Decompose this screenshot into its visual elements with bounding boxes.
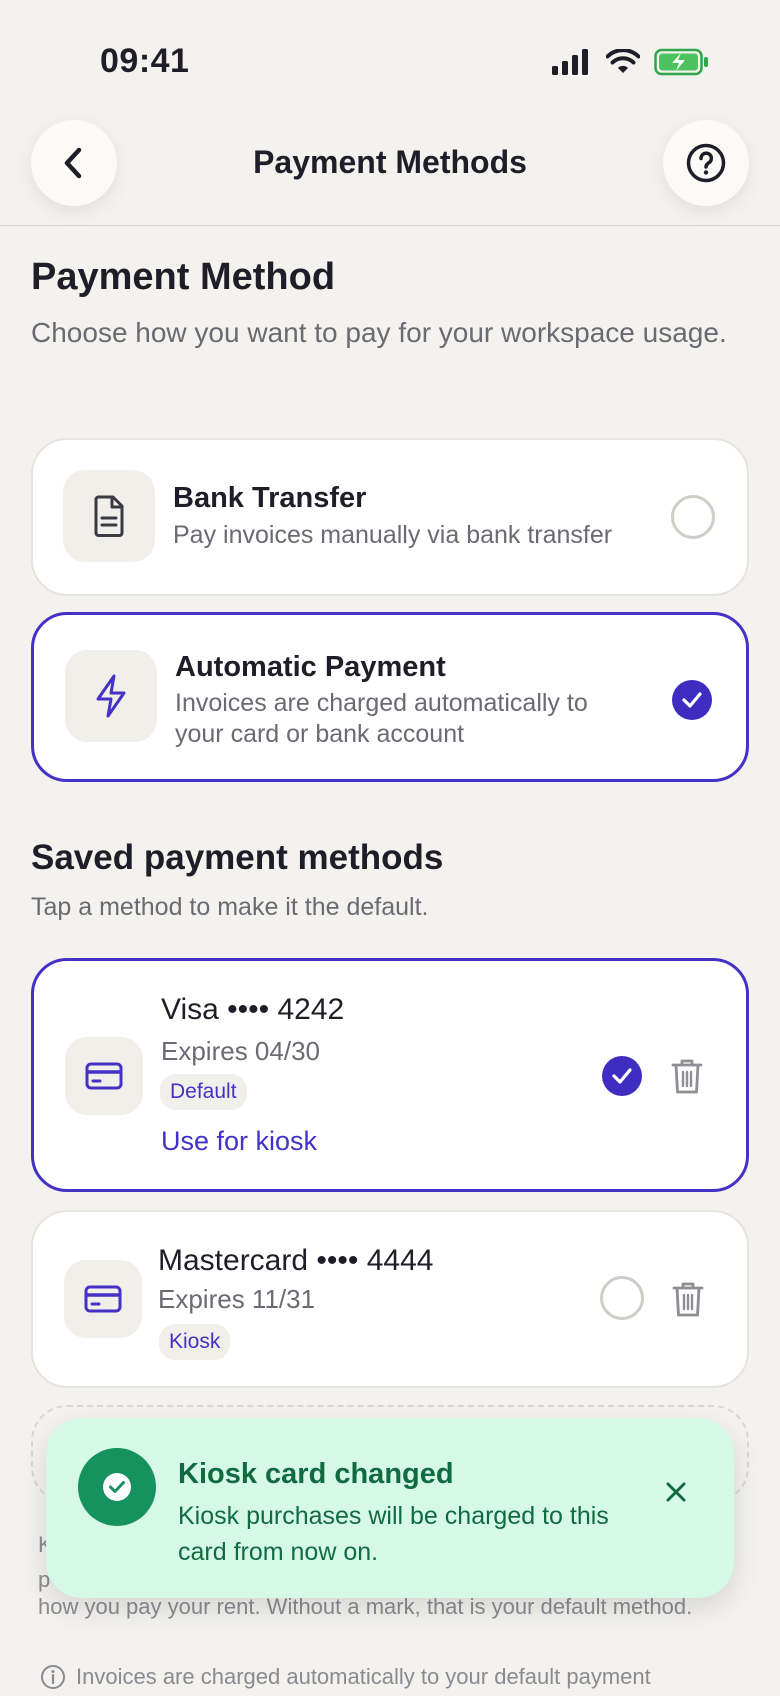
icon-tile	[63, 470, 155, 562]
status-icons	[552, 48, 710, 76]
option-title: Bank Transfer	[173, 482, 367, 514]
check-icon	[682, 692, 702, 708]
status-bar: 09:41	[0, 0, 780, 120]
section-heading: Payment Method	[31, 256, 336, 298]
saved-method-visa[interactable]: Visa •••• 4242 Expires 04/30 Default Use…	[31, 958, 749, 1192]
use-for-kiosk-link[interactable]: Use for kiosk	[161, 1126, 317, 1157]
credit-card-icon	[85, 1062, 123, 1090]
option-description: Invoices are charged automatically to yo…	[175, 689, 588, 748]
check-icon	[612, 1068, 632, 1084]
method-title: Mastercard •••• 4444	[158, 1244, 434, 1277]
wifi-icon	[606, 49, 640, 73]
info-note: Invoices are charged automatically to yo…	[40, 1664, 651, 1690]
trash-icon	[671, 1059, 703, 1094]
icon-tile	[65, 650, 157, 742]
delete-button[interactable]	[667, 1054, 707, 1098]
info-icon	[41, 1665, 65, 1689]
saved-methods-subtitle: Tap a method to make it the default.	[31, 893, 429, 921]
toast-body: Kiosk purchases will be charged to this …	[178, 1502, 609, 1566]
close-icon	[666, 1482, 686, 1502]
trash-icon	[672, 1282, 704, 1317]
payment-method-section: Payment Method Choose how you want to pa…	[31, 226, 749, 355]
method-expiry: Expires 11/31	[158, 1284, 316, 1314]
credit-card-icon	[84, 1285, 122, 1313]
status-time: 09:41	[100, 42, 190, 80]
toast-title: Kiosk card changed	[178, 1458, 454, 1490]
icon-tile	[64, 1260, 142, 1338]
method-expiry: Expires 04/30	[161, 1036, 320, 1066]
option-description: Pay invoices manually via bank transfer	[173, 521, 613, 549]
success-badge	[78, 1448, 156, 1526]
toast-close-button[interactable]	[660, 1476, 692, 1508]
question-circle-icon	[686, 143, 726, 183]
radio-unchecked[interactable]	[600, 1276, 644, 1320]
check-circle-icon	[103, 1473, 131, 1501]
info-text: Invoices are charged automatically to yo…	[76, 1664, 651, 1689]
kiosk-badge: Kiosk	[159, 1324, 231, 1360]
document-icon	[94, 495, 124, 537]
radio-checked[interactable]	[672, 680, 712, 720]
delete-button[interactable]	[668, 1277, 708, 1321]
icon-tile	[65, 1037, 143, 1115]
default-badge: Default	[160, 1074, 247, 1110]
method-title: Visa •••• 4242	[161, 993, 345, 1026]
radio-checked[interactable]	[602, 1056, 642, 1096]
section-subtitle: Choose how you want to pay for your work…	[31, 317, 727, 348]
option-title: Automatic Payment	[175, 651, 446, 683]
help-button[interactable]	[663, 120, 749, 206]
toast-notification: Kiosk card changed Kiosk purchases will …	[46, 1418, 734, 1598]
option-automatic-payment[interactable]: Automatic Payment Invoices are charged a…	[31, 612, 749, 782]
radio-unchecked[interactable]	[671, 495, 715, 539]
option-bank-transfer[interactable]: Bank Transfer Pay invoices manually via …	[31, 438, 749, 596]
saved-method-mastercard[interactable]: Mastercard •••• 4444 Expires 11/31 Kiosk	[31, 1210, 749, 1388]
cellular-signal-icon	[552, 49, 588, 75]
lightning-icon	[96, 674, 126, 718]
saved-methods-heading: Saved payment methods	[31, 838, 444, 877]
battery-charging-icon	[654, 48, 708, 76]
navigation-bar: Payment Methods	[0, 110, 780, 226]
